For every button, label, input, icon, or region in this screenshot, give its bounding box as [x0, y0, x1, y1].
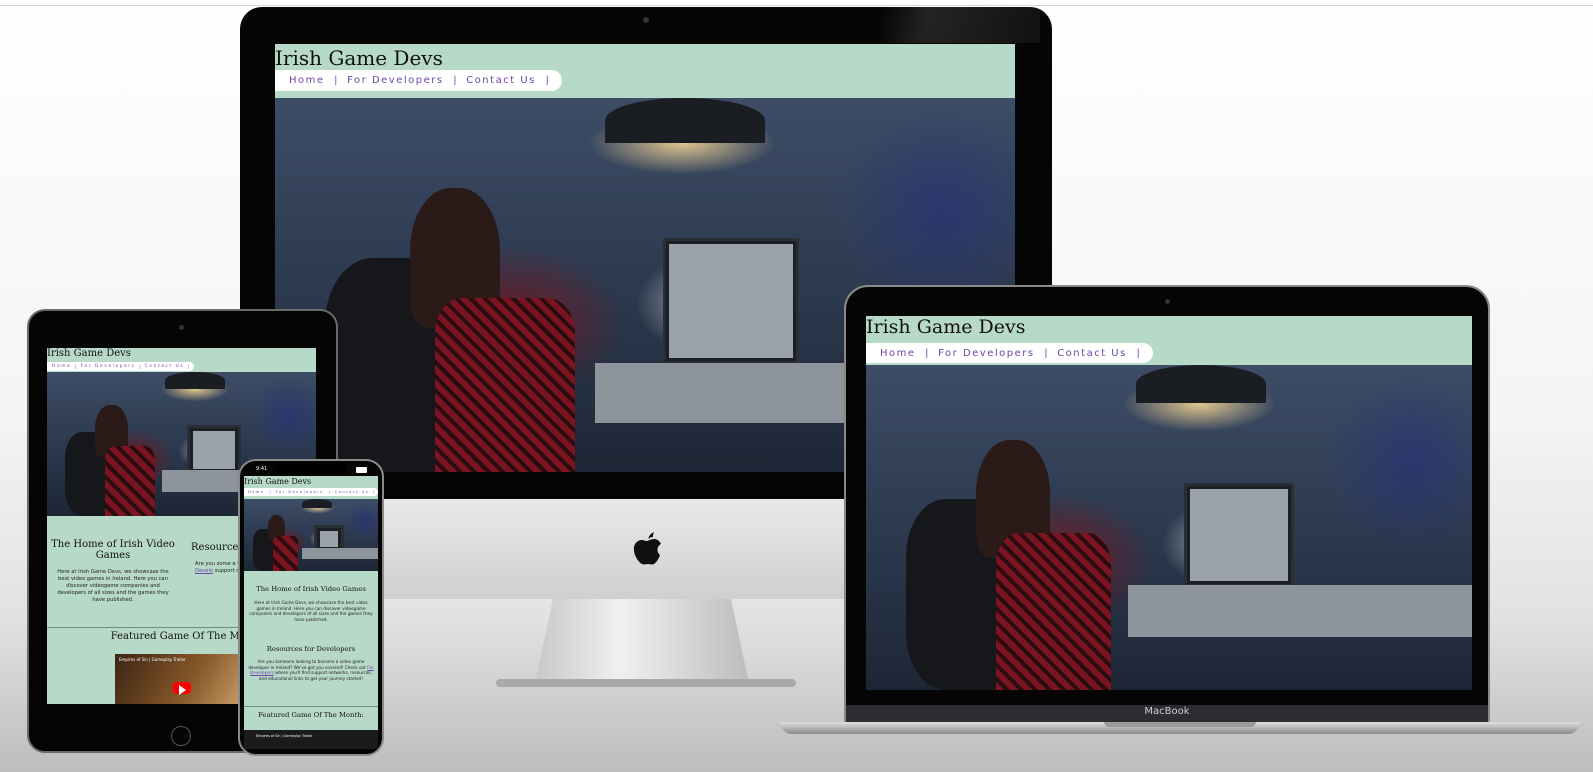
featured-video[interactable]: Empires of Sin | Gameplay Trailer [115, 654, 245, 704]
nav-home-link[interactable]: Home [880, 348, 916, 359]
hero-person-shirt [105, 446, 155, 516]
macbook-device: MacBook Irish Game Devs Home | For Develo… [780, 285, 1580, 745]
home-text: Here at Irish Game Devs, we showcase the… [249, 600, 373, 622]
resources-heading: Resources for Developers [266, 645, 356, 653]
home-section: The Home of Irish Video Games Here at Ir… [47, 539, 179, 604]
nav-separator: | [373, 490, 375, 494]
nav-separator: | [1136, 347, 1140, 359]
resources-text: Are you someone looking to become a vide… [248, 659, 374, 681]
imac-camera [643, 17, 649, 23]
macbook-brand-label: MacBook [1144, 706, 1190, 717]
hero-person-shirt [435, 298, 575, 472]
hero-image [244, 499, 378, 571]
macbook-camera [1165, 299, 1170, 304]
video-title: Empires of Sin | Gameplay Trailer [256, 734, 313, 738]
nav-contact-link[interactable]: Contact Us [466, 75, 536, 86]
hero-person-shirt [273, 536, 298, 571]
macbook-screen: Irish Game Devs Home | For Developers | Co… [866, 316, 1472, 690]
macbook-notch [1104, 722, 1256, 727]
main-nav: Home | For Developers | Contact Us | [866, 343, 1154, 363]
nav-separator: | [75, 364, 77, 369]
hero-lamp-shade [605, 98, 765, 143]
hero-image [866, 365, 1472, 690]
featured-section: Featured Game Of The Month: [244, 711, 378, 719]
youtube-play-icon[interactable] [173, 682, 191, 695]
nav-home-link[interactable]: Home [289, 75, 325, 86]
top-divider [0, 5, 1593, 6]
nav-separator: | [1044, 347, 1048, 359]
site-header: Irish Game Devs Home | For Developers | Co… [275, 44, 1015, 91]
hero-monitor [187, 425, 241, 475]
nav-separator: | [328, 490, 330, 494]
nav-separator: | [188, 364, 190, 369]
home-section: The Home of Irish Video Games Here at Ir… [244, 585, 378, 622]
site-title[interactable]: Irish Game Devs [275, 46, 443, 70]
iphone-screen: Irish Game Devs Home | For Developers | Co… [244, 476, 378, 749]
site-header: Irish Game Devs Home | For Developers | Co… [866, 316, 1472, 363]
home-text: Here at Irish Game Devs, we showcase the… [57, 569, 169, 603]
nav-home-link[interactable]: Home [248, 490, 265, 494]
site-header: Irish Game Devs Home | For Developers | Co… [47, 348, 316, 372]
hero-desk [302, 548, 378, 559]
site-title[interactable]: Irish Game Devs [244, 477, 311, 486]
resources-section: Resources for Developers Are you someone… [244, 645, 378, 681]
hero-person-shirt [996, 533, 1111, 690]
featured-heading: Featured Game Of The Month: [258, 711, 364, 719]
featured-video[interactable]: Empires of Sin | Gameplay Trailer [244, 730, 378, 749]
imac-stand [536, 599, 748, 679]
home-heading: The Home of Irish Video Games [51, 539, 175, 561]
iphone-device: 9:41 Irish Game Devs Home | For Developer… [238, 459, 384, 756]
hero-lamp-shade [165, 372, 225, 389]
main-nav: Home | For Developers | Contact Us | [47, 362, 195, 371]
status-time: 9:41 [256, 466, 268, 472]
site-title[interactable]: Irish Game Devs [47, 348, 131, 359]
hero-desk [1128, 585, 1472, 637]
hero-lamp-shade [1136, 365, 1266, 403]
nav-separator: | [453, 75, 457, 86]
hero-monitor [663, 238, 799, 364]
nav-home-link[interactable]: Home [52, 364, 71, 369]
hero-monitor [1184, 483, 1294, 587]
imac-glare [880, 7, 1040, 43]
main-nav: Home | For Developers | Contact Us | [275, 70, 563, 91]
nav-separator: | [139, 364, 141, 369]
hero-lamp-shade [302, 499, 332, 508]
ipad-camera [179, 325, 184, 330]
nav-contact-link[interactable]: Contact Us [335, 490, 370, 494]
nav-separator: | [545, 75, 549, 86]
ipad-home-button [171, 726, 191, 746]
imac-stand-base [496, 679, 796, 687]
nav-contact-link[interactable]: Contact Us [1057, 348, 1127, 359]
iphone-notch [276, 464, 346, 474]
nav-separator: | [334, 75, 338, 86]
site-header: Irish Game Devs Home | For Developers | Co… [244, 476, 378, 498]
nav-contact-link[interactable]: Contact Us [145, 364, 185, 369]
site-title[interactable]: Irish Game Devs [866, 316, 1025, 338]
nav-separator: | [269, 490, 271, 494]
nav-developers-link[interactable]: For Developers [80, 364, 135, 369]
apple-logo-icon [626, 529, 666, 573]
home-heading: The Home of Irish Video Games [256, 585, 366, 593]
section-divider [244, 706, 378, 707]
nav-developers-link[interactable]: For Developers [938, 348, 1034, 359]
nav-developers-link[interactable]: For Developers [276, 490, 324, 494]
battery-icon [356, 467, 367, 473]
nav-separator: | [925, 347, 929, 359]
main-nav: Home | For Developers | Contact Us | [244, 488, 378, 496]
nav-developers-link[interactable]: For Developers [347, 75, 443, 86]
video-title: Empires of Sin | Gameplay Trailer [119, 657, 186, 662]
